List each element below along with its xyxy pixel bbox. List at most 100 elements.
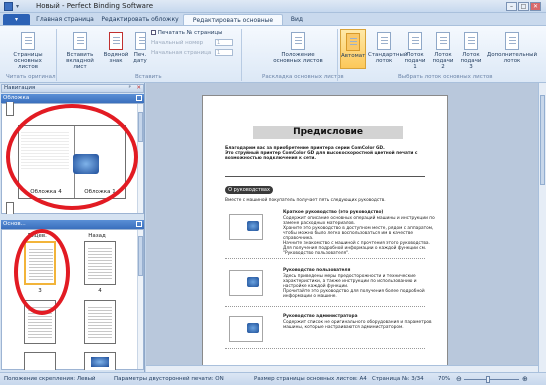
zoom-in-icon[interactable]: ⊕ (522, 373, 528, 385)
binding-position-status: Положение скрепления: Левый (4, 376, 96, 382)
back-side-label: Назад (88, 233, 106, 239)
start-number-spinner[interactable]: 1 (215, 39, 233, 46)
section-body: Здесь приведены меры предосторожности и … (283, 274, 425, 299)
section-body: Содержит описание основных операций маши… (283, 216, 435, 256)
page-content (88, 246, 112, 280)
main-section-header[interactable]: Основ... (1, 220, 144, 229)
group-label-layout: Раскладка основных листов (262, 74, 344, 80)
page-content (88, 305, 112, 339)
ribbon: Страницы основных листов Читать оригинал… (0, 25, 546, 83)
group-label-insert: Вставить (135, 74, 162, 80)
pin-icon[interactable]: ᵖ (129, 85, 131, 92)
tab-edit-cover[interactable]: Редактировать обложку (100, 14, 180, 25)
start-page-spinner[interactable]: 1 (215, 49, 233, 56)
tray-standard-button[interactable]: Стандартный лоток (368, 32, 407, 64)
separator (241, 29, 242, 81)
divider (225, 176, 425, 177)
tray-bypass-button[interactable]: Дополнительный лоток (486, 32, 538, 64)
tray-2-button[interactable]: Лоток подачи 2 (430, 32, 456, 70)
start-number-label: Начальный номер (151, 40, 204, 46)
collapse-icon[interactable] (136, 221, 142, 227)
zoom-out-icon[interactable]: ⊖ (456, 373, 462, 385)
checkbox-icon (151, 30, 156, 35)
date-icon (134, 32, 146, 50)
document-horizontal-scrollbar[interactable] (146, 365, 538, 372)
scroll-thumb[interactable] (540, 95, 545, 185)
minimize-button[interactable]: – (506, 2, 517, 11)
main-sheets-position-button[interactable]: Положение основных листов (268, 32, 328, 64)
partial-thumbnail (6, 102, 14, 116)
section-title: Краткое руководство (это руководство) (283, 210, 384, 215)
layout-icon (291, 32, 305, 50)
dotted-divider (225, 306, 425, 307)
tray-3-button[interactable]: Лоток подачи 3 (458, 32, 484, 70)
insert-sheet-icon (73, 32, 87, 50)
tray-icon (408, 32, 422, 50)
about-text: Вместе с машиной покупатель получает пят… (225, 198, 386, 203)
page-number-status: Страница №: 3/34 (372, 376, 424, 382)
close-button[interactable]: ✕ (530, 2, 541, 11)
tray-icon (436, 32, 450, 50)
printer-image (247, 323, 259, 333)
page-4-thumbnail[interactable] (84, 241, 116, 285)
print-page-number-checkbox[interactable]: Печатать № страницы (151, 30, 222, 36)
tray-1-button[interactable]: Лоток подачи 1 (402, 32, 428, 70)
page-6-thumbnail[interactable] (84, 300, 116, 344)
app-icon[interactable] (4, 2, 13, 11)
separator (56, 29, 57, 81)
printer-image (247, 277, 259, 287)
about-manuals-pill: О руководствах (225, 186, 273, 194)
zoom-slider-handle[interactable] (486, 376, 490, 383)
nav-close-icon[interactable]: ✕ (136, 85, 141, 92)
file-menu-tab[interactable]: ▾ (3, 14, 30, 25)
manual-image (229, 214, 263, 240)
page-4-number: 4 (98, 288, 102, 294)
section-title: Руководство администратора (283, 314, 358, 319)
start-page-label: Начальная страница (151, 50, 212, 56)
printer-image (247, 221, 259, 231)
watermark-icon (109, 32, 123, 50)
page-size-status: Размер страницы основных листов: A4 (254, 376, 367, 382)
collapse-icon[interactable] (136, 95, 142, 101)
dotted-divider (225, 258, 425, 259)
maximize-button[interactable]: □ (518, 2, 529, 11)
zoom-slider-track[interactable] (464, 379, 519, 380)
zoom-level: 70% (438, 376, 451, 382)
cover-section-header[interactable]: Обложка (1, 94, 144, 103)
quick-access-dropdown[interactable]: ▾ (16, 3, 19, 10)
tray-icon (464, 32, 478, 50)
status-bar: Положение скрепления: Левый Параметры дв… (0, 372, 546, 385)
nav-header: Навигация ᵖ ✕ (1, 84, 144, 93)
tray-icon (377, 32, 391, 50)
manual-image (229, 270, 263, 296)
document-vertical-scrollbar[interactable] (538, 83, 546, 372)
tray-auto-button[interactable]: Автомат (340, 29, 366, 69)
duplex-status: Параметры двусторонней печати: ON (114, 376, 224, 382)
page-heading: Предисловие (253, 126, 403, 139)
dotted-divider (225, 348, 425, 349)
tab-view[interactable]: Вид (288, 14, 306, 25)
page-7-thumbnail[interactable] (24, 352, 56, 370)
tab-home[interactable]: Главная страница (34, 14, 96, 25)
intro-text: Благодарим вас за приобретение принтера … (225, 146, 418, 161)
separator (337, 29, 338, 81)
print-date-button[interactable]: Печ. дату (131, 32, 149, 64)
insert-tab-sheet-button[interactable]: Вставить вкладной лист (60, 32, 100, 70)
window-title: Новый - Perfect Binding Software (36, 2, 154, 10)
partial-thumbnail (6, 202, 14, 214)
printer-image (91, 357, 109, 367)
scroll-thumb[interactable] (138, 236, 143, 276)
section-title: Руководство пользователя (283, 268, 351, 273)
title-bar: ▾ Новый - Perfect Binding Software – □ ✕ (0, 0, 546, 13)
tab-edit-main-sheets[interactable]: Редактировать основные листы (183, 14, 283, 35)
navigation-panel: Навигация ᵖ ✕ Обложка Обложка 4 Обложка … (0, 83, 145, 372)
main-pages-button[interactable]: Страницы основных листов (6, 32, 50, 70)
highlight-circle (6, 104, 138, 210)
group-label-tray: Выбрать лоток основных листов (398, 74, 493, 80)
scroll-thumb[interactable] (138, 112, 143, 142)
manual-image (229, 316, 263, 342)
document-page[interactable]: Предисловие Благодарим вас за приобретен… (202, 95, 448, 367)
watermark-button[interactable]: Водяной знак (102, 32, 130, 64)
page-8-thumbnail[interactable] (84, 352, 116, 370)
main-scrollbar[interactable] (137, 230, 143, 369)
